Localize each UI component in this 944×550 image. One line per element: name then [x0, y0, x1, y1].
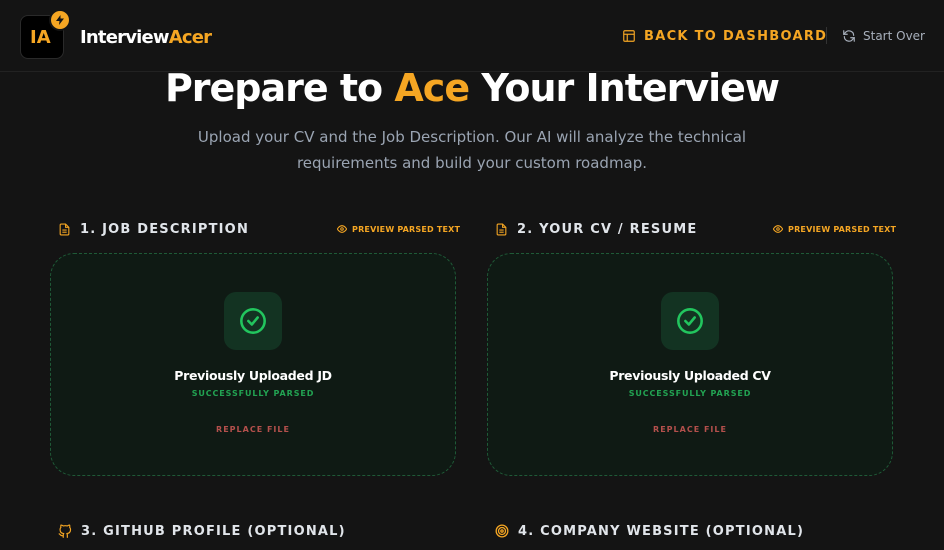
preview-label: PREVIEW PARSED TEXT	[788, 224, 897, 234]
file-text-icon	[495, 222, 508, 237]
check-circle-icon	[224, 292, 282, 350]
section-heading-github: 3. GITHUB PROFILE (OPTIONAL)	[58, 523, 346, 539]
eye-icon	[337, 224, 347, 234]
title-accent: Ace	[394, 66, 470, 110]
cv-upload-card[interactable]: Previously Uploaded CV SUCCESSFULLY PARS…	[487, 253, 893, 476]
header-divider	[826, 27, 827, 44]
preview-cv-button[interactable]: PREVIEW PARSED TEXT	[773, 222, 896, 236]
start-over-button[interactable]: Start Over	[842, 27, 925, 45]
jd-status-badge: SUCCESSFULLY PARSED	[191, 389, 315, 398]
section-heading-label: 2. YOUR CV / RESUME	[517, 221, 698, 237]
back-to-dashboard-label: BACK TO DASHBOARD	[644, 28, 828, 44]
github-icon	[58, 523, 72, 539]
check-circle-icon	[661, 292, 719, 350]
cv-replace-file-button[interactable]: REPLACE FILE	[488, 425, 892, 434]
cv-status-badge: SUCCESSFULLY PARSED	[628, 389, 752, 398]
page-title: Prepare to Ace Your Interview	[0, 66, 944, 110]
title-pre: Prepare to	[164, 66, 395, 110]
top-header: IA InterviewAcer BACK TO DASHBOARD Start…	[0, 0, 944, 72]
brand-part-acer: Acer	[168, 27, 212, 48]
jd-upload-card[interactable]: Previously Uploaded JD SUCCESSFULLY PARS…	[50, 253, 456, 476]
section-heading-cv: 2. YOUR CV / RESUME	[495, 221, 697, 237]
section-heading-company-website: 4. COMPANY WEBSITE (OPTIONAL)	[495, 523, 804, 539]
bolt-icon	[49, 9, 71, 31]
file-text-icon	[58, 222, 71, 237]
logo-text: IA	[30, 27, 51, 48]
eye-icon	[773, 224, 783, 234]
jd-replace-file-button[interactable]: REPLACE FILE	[51, 425, 455, 434]
section-heading-job-description: 1. JOB DESCRIPTION	[58, 221, 249, 237]
brand-name: InterviewAcer	[80, 27, 212, 48]
start-over-label: Start Over	[863, 29, 925, 43]
section-heading-label: 3. GITHUB PROFILE (OPTIONAL)	[81, 523, 346, 539]
target-icon	[495, 524, 509, 538]
title-post: Your Interview	[469, 66, 780, 110]
section-heading-label: 1. JOB DESCRIPTION	[80, 221, 250, 237]
preview-label: PREVIEW PARSED TEXT	[352, 224, 461, 234]
layout-icon	[622, 29, 636, 43]
section-heading-label: 4. COMPANY WEBSITE (OPTIONAL)	[518, 523, 805, 539]
back-to-dashboard-button[interactable]: BACK TO DASHBOARD	[622, 27, 827, 45]
refresh-icon	[842, 29, 856, 43]
preview-jd-button[interactable]: PREVIEW PARSED TEXT	[337, 222, 460, 236]
brand-part-interview: Interview	[80, 27, 170, 48]
page-subtitle: Upload your CV and the Job Description. …	[197, 128, 747, 172]
cv-card-title: Previously Uploaded CV	[609, 368, 771, 383]
jd-card-title: Previously Uploaded JD	[174, 368, 332, 383]
